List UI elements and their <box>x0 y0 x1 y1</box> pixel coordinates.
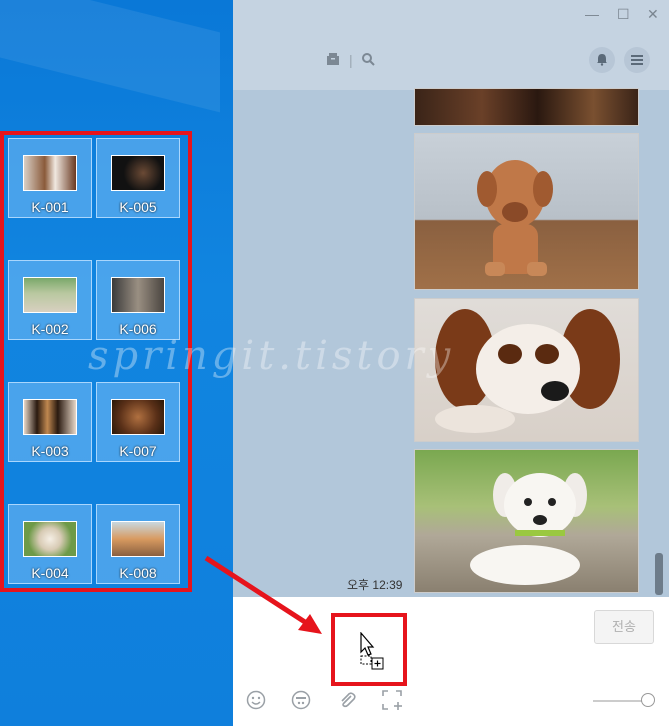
title-bar: — ☐ ✕ | <box>233 0 669 90</box>
search-icon[interactable] <box>361 52 375 69</box>
send-button[interactable]: 전송 <box>594 610 654 644</box>
close-button[interactable]: ✕ <box>647 6 659 23</box>
watermark-text: springit.tistory <box>88 333 455 379</box>
toolbar-divider: | <box>349 52 353 68</box>
message-timestamp: 오후 12:39 <box>347 578 403 592</box>
attachment-clip-icon[interactable] <box>337 690 357 715</box>
puppy-illustration <box>470 473 587 585</box>
capture-icon[interactable] <box>382 690 404 715</box>
menu-icon[interactable] <box>624 47 650 73</box>
maximize-button[interactable]: ☐ <box>617 6 630 23</box>
scrollbar-thumb[interactable] <box>655 553 663 595</box>
drop-target-highlight-box <box>331 613 407 686</box>
chat-photo[interactable] <box>414 133 639 290</box>
archive-icon[interactable] <box>326 52 340 69</box>
opacity-slider-track[interactable] <box>593 700 647 702</box>
bell-icon[interactable] <box>589 47 615 73</box>
chat-photo[interactable] <box>414 88 639 126</box>
emoticon-store-icon[interactable] <box>291 690 311 715</box>
puppy-illustration <box>477 160 553 276</box>
emoji-icon[interactable] <box>246 690 266 715</box>
minimize-button[interactable]: — <box>585 6 599 22</box>
red-arrow-annotation <box>204 555 322 634</box>
chat-photo[interactable] <box>414 449 639 593</box>
opacity-slider-knob[interactable] <box>641 693 655 707</box>
